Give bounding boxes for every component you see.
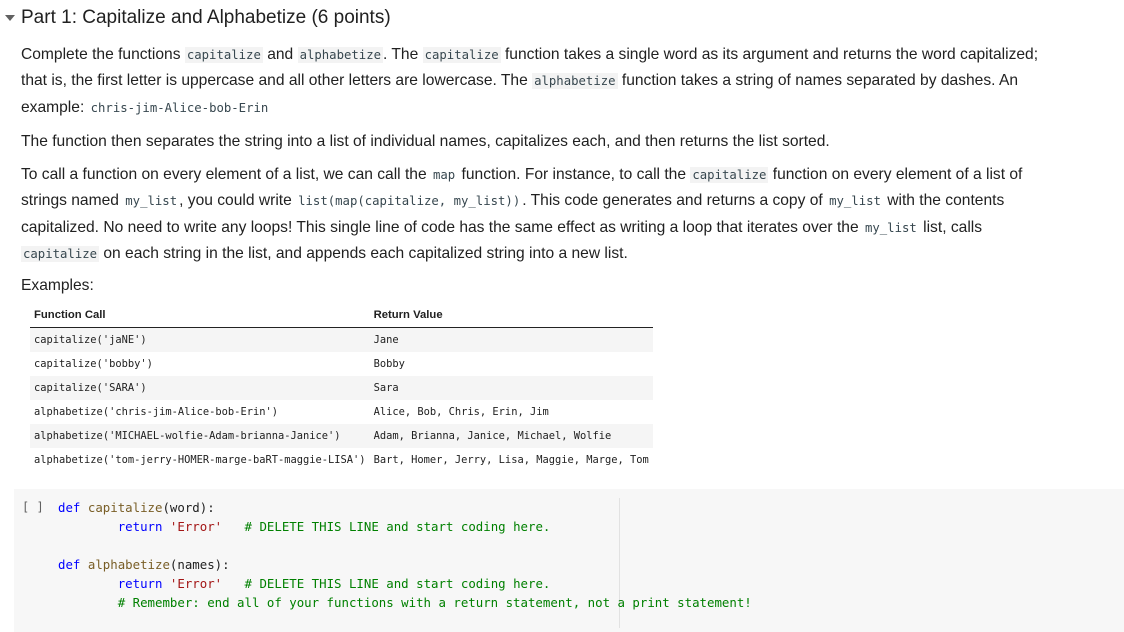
keyword-def: def — [58, 557, 81, 572]
function-call-cell: capitalize('SARA') — [30, 376, 370, 401]
inline-code: my_list — [125, 194, 178, 209]
text-cell: Complete the functions capitalize and al… — [21, 42, 1041, 472]
table-row: alphabetize('MICHAEL-wolfie-Adam-brianna… — [30, 424, 653, 449]
section-header[interactable]: Part 1: Capitalize and Alphabetize (6 po… — [0, 4, 391, 32]
chevron-down-icon[interactable] — [0, 15, 20, 21]
code-comment: # DELETE THIS LINE and start coding here… — [244, 519, 551, 534]
return-value-cell: Bobby — [373, 358, 405, 371]
keyword-def: def — [58, 500, 81, 515]
table-row: capitalize('jaNE') Jane — [30, 327, 653, 353]
function-call-cell: capitalize('jaNE') — [30, 327, 370, 353]
keyword-return: return — [117, 519, 163, 534]
function-call-cell: capitalize('bobby') — [34, 358, 153, 371]
inline-code: my_list — [864, 220, 917, 235]
return-value-cell: Jane — [369, 327, 653, 353]
intro-paragraph-2: The function then separates the string i… — [21, 132, 830, 150]
inline-code: alphabetize — [297, 47, 383, 63]
inline-code: capitalize — [21, 246, 100, 263]
code-line: # Remember: end all of your functions wi… — [58, 593, 752, 612]
inline-code: map — [432, 168, 456, 183]
code-line: return 'Error' # DELETE THIS LINE and st… — [58, 574, 752, 593]
function-name: capitalize — [87, 500, 163, 515]
code-cell[interactable]: [ ] def capitalize(word): return 'Error'… — [14, 489, 1124, 632]
text-span: function. For instance, to call the — [457, 166, 691, 184]
table-row: alphabetize('tom-jerry-HOMER-marge-baRT-… — [30, 448, 653, 472]
function-args: (word): — [162, 500, 215, 515]
table-row: capitalize('bobby') Bobby — [30, 352, 653, 376]
inline-code: my_list — [829, 194, 881, 209]
code-comment: # DELETE THIS LINE and start coding here… — [244, 576, 551, 591]
code-line: def capitalize(word): — [58, 498, 752, 517]
text-span: on each string in the list, and appends … — [99, 245, 628, 263]
keyword-return: return — [117, 576, 163, 591]
table-row: alphabetize('chris-jim-Alice-bob-Erin') … — [30, 400, 653, 424]
return-value-cell: Bart, Homer, Jerry, Lisa, Maggie, Marge,… — [373, 454, 649, 467]
text-span: Complete the functions — [21, 46, 185, 63]
section-title: Part 1: Capitalize and Alphabetize (6 po… — [21, 7, 391, 28]
column-header-function-call: Function Call — [30, 303, 370, 329]
return-value-cell: Sara — [369, 376, 653, 401]
string-literal: 'Error' — [169, 576, 223, 591]
code-line: def alphabetize(names): — [58, 555, 752, 574]
intro-paragraph-1: Complete the functions capitalize and al… — [21, 42, 1041, 121]
function-call-cell: alphabetize('tom-jerry-HOMER-marge-baRT-… — [34, 454, 366, 467]
return-value-cell: Adam, Brianna, Janice, Michael, Wolfie — [369, 424, 653, 449]
examples-label: Examples: — [21, 277, 94, 295]
table-row: capitalize('SARA') Sara — [30, 376, 653, 401]
text-span: . The — [383, 46, 423, 63]
inline-code: chris-jim-Alice-bob-Erin — [90, 100, 269, 115]
notebook-page: Part 1: Capitalize and Alphabetize (6 po… — [0, 0, 1124, 632]
column-header-return-value: Return Value — [369, 303, 653, 329]
return-value-cell: Alice, Bob, Chris, Erin, Jim — [373, 406, 549, 419]
code-editor[interactable]: def capitalize(word): return 'Error' # D… — [58, 498, 752, 612]
examples-table: Function Call Return Value capitalize('j… — [30, 303, 653, 472]
string-literal: 'Error' — [169, 519, 223, 534]
function-call-cell: alphabetize('chris-jim-Alice-bob-Erin') — [34, 406, 278, 419]
text-span: list, calls — [918, 218, 983, 236]
text-span: To call a function on every element of a… — [21, 166, 431, 184]
text-span: , you could write — [179, 192, 297, 210]
code-line: return 'Error' # DELETE THIS LINE and st… — [58, 517, 752, 536]
inline-code: alphabetize — [532, 73, 618, 90]
intro-paragraph-3: To call a function on every element of a… — [21, 162, 1041, 267]
function-args: (names): — [169, 557, 230, 572]
inline-code: capitalize — [690, 167, 769, 184]
table-header-row: Function Call Return Value — [30, 303, 653, 329]
inline-code: capitalize — [422, 47, 501, 63]
function-name: alphabetize — [87, 557, 170, 572]
run-cell-button[interactable]: [ ] — [22, 500, 44, 514]
text-span: and — [262, 46, 298, 63]
inline-code: capitalize — [184, 47, 263, 63]
inline-code: list(map(capitalize, my_list)) — [298, 194, 521, 209]
text-span: . This code generates and returns a copy… — [522, 192, 828, 210]
code-comment: # Remember: end all of your functions wi… — [117, 595, 752, 610]
function-call-cell: alphabetize('MICHAEL-wolfie-Adam-brianna… — [30, 424, 370, 449]
